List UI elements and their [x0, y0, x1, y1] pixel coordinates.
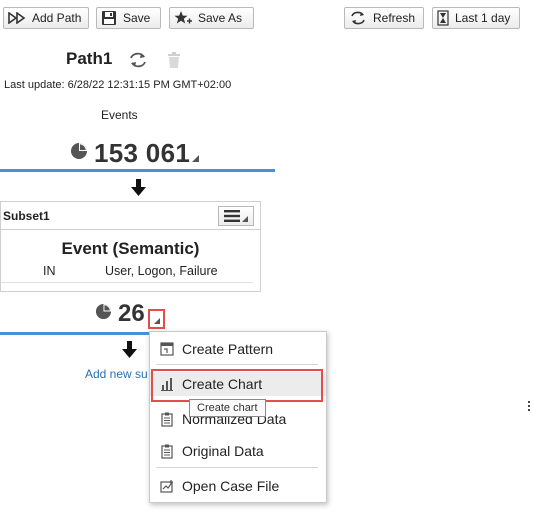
refresh-label: Refresh	[373, 11, 416, 25]
event-count: 153 061	[70, 138, 200, 169]
count-dropdown-caret[interactable]	[192, 149, 200, 167]
menu-item-open-case-file[interactable]: Open Case File	[150, 474, 326, 498]
subset-divider	[0, 332, 152, 335]
star-plus-icon	[174, 10, 192, 26]
events-label: Events	[101, 108, 138, 122]
bar-chart-icon	[152, 377, 182, 391]
hourglass-icon	[437, 10, 449, 26]
subset-panel: Subset1 Event (Semantic) IN User, Logon,…	[0, 201, 261, 292]
menu-item-create-pattern[interactable]: Create Pattern	[150, 337, 326, 361]
clipboard-icon	[152, 412, 182, 427]
menu-item-original-data[interactable]: Original Data	[150, 439, 326, 463]
path-title: Path1	[66, 49, 113, 68]
condition-row: IN User, Logon, Failure	[1, 264, 253, 283]
pie-chart-icon	[70, 142, 88, 165]
add-path-label: Add Path	[32, 11, 82, 25]
time-range-label: Last 1 day	[455, 11, 511, 25]
subset-count-dropdown-button[interactable]	[148, 309, 165, 329]
subset-name: Subset1	[3, 208, 50, 223]
add-new-subset-link[interactable]: Add new su	[85, 367, 148, 381]
refresh-icon	[349, 10, 367, 26]
arrow-down-icon	[131, 179, 146, 200]
case-file-icon	[152, 479, 182, 493]
fast-forward-icon	[8, 12, 26, 24]
last-update: Last update: 6/28/22 12:31:15 PM GMT+02:…	[4, 79, 232, 91]
menu-separator	[156, 364, 318, 365]
refresh-button[interactable]: Refresh	[344, 7, 424, 29]
add-path-button[interactable]: Add Path	[3, 7, 89, 29]
subset-menu-button[interactable]	[218, 205, 254, 226]
condition-operator: IN	[43, 264, 56, 278]
create-chart-tooltip: Create chart	[189, 399, 266, 417]
events-divider	[0, 169, 275, 172]
refresh-path-icon[interactable]	[128, 51, 148, 74]
more-options-icon[interactable]	[528, 401, 531, 413]
save-label: Save	[123, 11, 151, 25]
subset-context-menu: Create Pattern Create Chart Normalized D…	[149, 331, 327, 503]
clipboard-icon	[152, 444, 182, 459]
trash-icon[interactable]	[166, 51, 182, 74]
save-as-button[interactable]: Save As	[169, 7, 254, 29]
menu-item-create-chart[interactable]: Create Chart	[150, 372, 326, 396]
menu-item-label: Create Pattern	[182, 341, 274, 357]
event-count-value: 153 061	[94, 138, 191, 168]
condition-value: User, Logon, Failure	[105, 264, 218, 278]
subset-count-value: 26	[118, 300, 145, 327]
time-range-button[interactable]: Last 1 day	[432, 7, 520, 29]
save-as-label: Save As	[198, 11, 243, 25]
arrow-down-icon	[122, 341, 137, 362]
event-type-title: Event (Semantic)	[61, 239, 200, 258]
save-button[interactable]: Save	[96, 7, 161, 29]
menu-separator	[156, 467, 318, 468]
subset-header: Subset1	[1, 202, 260, 230]
menu-item-label: Original Data	[182, 443, 264, 459]
pie-chart-icon	[95, 303, 112, 325]
subset-count: 26	[95, 300, 145, 328]
menu-item-label: Open Case File	[182, 478, 280, 494]
floppy-disk-icon	[101, 10, 117, 26]
pattern-icon	[152, 342, 182, 356]
menu-item-label: Create Chart	[182, 376, 263, 392]
